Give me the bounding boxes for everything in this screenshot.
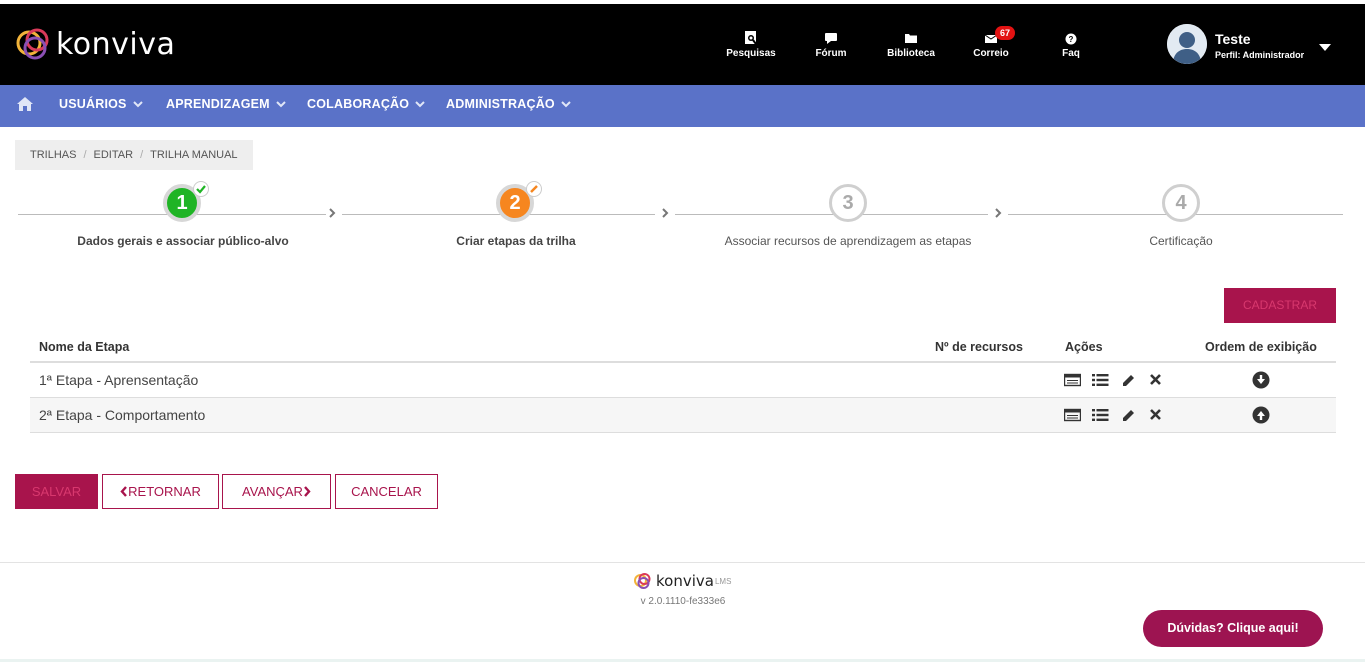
- check-icon: [193, 181, 209, 197]
- chevron-right-icon: [304, 486, 311, 497]
- caret-down-icon[interactable]: [1319, 44, 1331, 51]
- nav-correio[interactable]: Correio 67: [956, 26, 1026, 59]
- menu-colaboracao-label: COLABORAÇÃO: [307, 97, 410, 111]
- details-icon[interactable]: [1063, 373, 1082, 387]
- footer-divider: [0, 562, 1365, 563]
- delete-x-icon[interactable]: [1148, 408, 1165, 422]
- list-icon[interactable]: [1092, 373, 1109, 387]
- mail-count-badge: 67: [995, 26, 1016, 40]
- konviva-rings-icon: [634, 573, 651, 589]
- menu-usuarios-label: USUÁRIOS: [59, 97, 127, 111]
- menu-aprendizagem-label: APRENDIZAGEM: [166, 97, 270, 111]
- user-avatar-icon: [1167, 24, 1207, 64]
- pencil-icon: [526, 181, 542, 197]
- footer-logo-text: konviva: [656, 572, 714, 590]
- step-connector: [342, 214, 655, 215]
- chevron-right-icon: [329, 208, 336, 218]
- table-row: 2ª Etapa - Comportamento: [30, 398, 1336, 433]
- table-row: 1ª Etapa - Aprensentação: [30, 363, 1336, 398]
- delete-x-icon[interactable]: [1148, 373, 1165, 387]
- step-1-label: Dados gerais e associar público-alvo: [77, 234, 289, 248]
- menu-colaboracao[interactable]: COLABORAÇÃO: [307, 97, 425, 111]
- step-3-circle[interactable]: 3: [829, 184, 867, 222]
- main-menu: USUÁRIOS APRENDIZAGEM COLABORAÇÃO ADMINI…: [0, 85, 1365, 127]
- step-4-circle[interactable]: 4: [1162, 184, 1200, 222]
- home-icon[interactable]: [17, 97, 33, 111]
- konviva-rings-icon: [16, 28, 49, 60]
- etapa-name: 1ª Etapa - Aprensentação: [39, 372, 199, 388]
- breadcrumb: TRILHAS / EDITAR / TRILHA MANUAL: [15, 140, 253, 170]
- nav-pesquisas[interactable]: Pesquisas: [716, 30, 786, 59]
- list-icon[interactable]: [1092, 408, 1109, 422]
- etapa-name: 2ª Etapa - Comportamento: [39, 407, 206, 423]
- cadastrar-button[interactable]: CADASTRAR: [1224, 288, 1336, 323]
- details-icon[interactable]: [1063, 408, 1082, 422]
- user-profile: Perfil: Administrador: [1215, 50, 1305, 60]
- etapas-table: Nome da Etapa Nº de recursos Ações Ordem…: [30, 332, 1336, 433]
- retornar-label: RETORNAR: [128, 484, 201, 499]
- step-2-label: Criar etapas da trilha: [456, 234, 576, 248]
- chevron-right-icon: [662, 208, 669, 218]
- question-icon: ?: [1065, 33, 1077, 45]
- avancar-button[interactable]: AVANÇAR: [222, 474, 331, 509]
- chevron-down-icon: [276, 100, 286, 107]
- breadcrumb-separator: /: [83, 149, 87, 161]
- step-3-label: Associar recursos de aprendizagem as eta…: [724, 234, 972, 248]
- chevron-down-icon: [132, 100, 143, 107]
- help-button[interactable]: Dúvidas? Clique aqui!: [1143, 610, 1323, 647]
- cancelar-button[interactable]: CANCELAR: [335, 474, 438, 509]
- chevron-down-icon: [561, 100, 571, 107]
- footer-logo: konviva LMS: [633, 572, 731, 590]
- salvar-button[interactable]: SALVAR: [15, 474, 98, 509]
- user-name: Teste: [1215, 31, 1251, 47]
- breadcrumb-trilha-manual: TRILHA MANUAL: [150, 149, 238, 161]
- chat-icon: [825, 33, 837, 44]
- row-actions: [1063, 408, 1176, 422]
- folder-icon: [905, 34, 917, 43]
- user-menu[interactable]: Teste Perfil: Administrador: [1167, 24, 1357, 68]
- row-actions: [1063, 373, 1176, 387]
- breadcrumb-separator: /: [140, 149, 144, 161]
- nav-faq[interactable]: ? Faq: [1036, 30, 1106, 59]
- arrow-up-circle-icon[interactable]: [1252, 406, 1270, 427]
- col-acoes: Ações: [1065, 340, 1103, 354]
- edit-pencil-icon[interactable]: [1120, 373, 1137, 387]
- retornar-button[interactable]: RETORNAR: [102, 474, 219, 509]
- survey-icon: [745, 31, 757, 45]
- menu-aprendizagem[interactable]: APRENDIZAGEM: [166, 97, 286, 111]
- breadcrumb-editar[interactable]: EDITAR: [94, 149, 134, 161]
- chevron-right-icon: [995, 208, 1002, 218]
- step-connector: [675, 214, 988, 215]
- nav-biblioteca-label: Biblioteca: [887, 48, 935, 59]
- nav-faq-label: Faq: [1062, 48, 1080, 59]
- col-nome[interactable]: Nome da Etapa: [39, 340, 129, 354]
- logo-text: konviva: [56, 26, 176, 62]
- avancar-label: AVANÇAR: [242, 484, 303, 499]
- chevron-down-icon: [415, 100, 425, 107]
- menu-administracao[interactable]: ADMINISTRAÇÃO: [446, 97, 571, 111]
- top-header: konviva Pesquisas Fórum Biblioteca Corre…: [0, 0, 1365, 85]
- menu-administracao-label: ADMINISTRAÇÃO: [446, 97, 555, 111]
- arrow-down-circle-icon[interactable]: [1252, 371, 1270, 392]
- nav-forum-label: Fórum: [815, 48, 847, 59]
- nav-forum[interactable]: Fórum: [796, 30, 866, 59]
- nav-pesquisas-label: Pesquisas: [726, 48, 776, 59]
- table-header: Nome da Etapa Nº de recursos Ações Ordem…: [30, 332, 1336, 363]
- app-version: v 2.0.1110-fe333e6: [640, 596, 726, 607]
- nav-biblioteca[interactable]: Biblioteca: [876, 30, 946, 59]
- chevron-left-icon: [120, 486, 128, 497]
- col-recursos[interactable]: Nº de recursos: [935, 340, 1023, 354]
- svg-text:?: ?: [1069, 35, 1074, 44]
- col-ordem: Ordem de exibição: [1205, 340, 1317, 354]
- footer-logo-sup: LMS: [714, 576, 732, 586]
- breadcrumb-trilhas[interactable]: TRILHAS: [30, 149, 76, 161]
- avatar: [1167, 24, 1207, 64]
- step-4-label: Certificação: [1149, 234, 1213, 248]
- menu-usuarios[interactable]: USUÁRIOS: [59, 97, 143, 111]
- edit-pencil-icon[interactable]: [1120, 408, 1137, 422]
- konviva-logo[interactable]: konviva: [15, 26, 175, 62]
- nav-correio-label: Correio: [973, 48, 1009, 59]
